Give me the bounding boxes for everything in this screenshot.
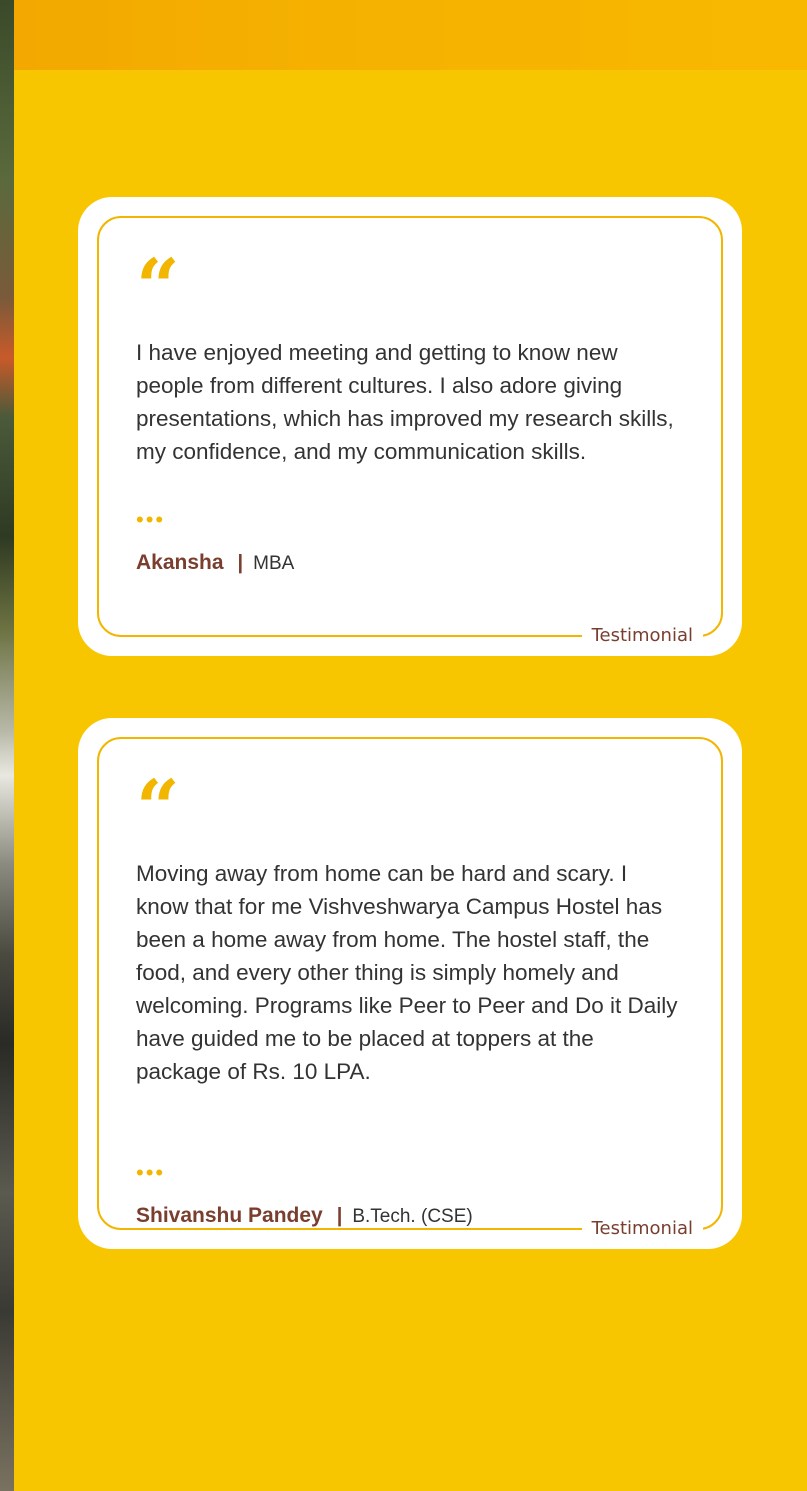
quote-icon: “ bbox=[136, 770, 180, 820]
author-program: B.Tech. (CSE) bbox=[352, 1206, 473, 1227]
author-line: Akansha | MBA bbox=[136, 551, 294, 575]
author-name: Shivanshu Pandey bbox=[136, 1204, 323, 1227]
quote-icon: “ bbox=[136, 249, 180, 299]
ellipsis-dots-icon: ••• bbox=[136, 507, 166, 532]
top-banner bbox=[14, 0, 807, 70]
testimonial-tag: Testimonial bbox=[581, 624, 703, 648]
testimonial-text: I have enjoyed meeting and getting to kn… bbox=[136, 340, 674, 464]
author-separator: | bbox=[336, 1205, 343, 1227]
author-program: MBA bbox=[253, 553, 295, 574]
testimonial-card: Testimonial “ Moving away from home can … bbox=[78, 718, 742, 1249]
author-separator: | bbox=[237, 552, 244, 574]
ellipsis-dots-icon: ••• bbox=[136, 1160, 166, 1185]
testimonial-tag: Testimonial bbox=[581, 1217, 703, 1241]
testimonial-card: Testimonial “ I have enjoyed meeting and… bbox=[78, 197, 742, 656]
testimonial-text: Moving away from home can be hard and sc… bbox=[136, 861, 678, 1084]
author-name: Akansha bbox=[136, 551, 224, 574]
author-line: Shivanshu Pandey | B.Tech. (CSE) bbox=[136, 1204, 473, 1228]
background-photo-strip bbox=[0, 0, 14, 1491]
